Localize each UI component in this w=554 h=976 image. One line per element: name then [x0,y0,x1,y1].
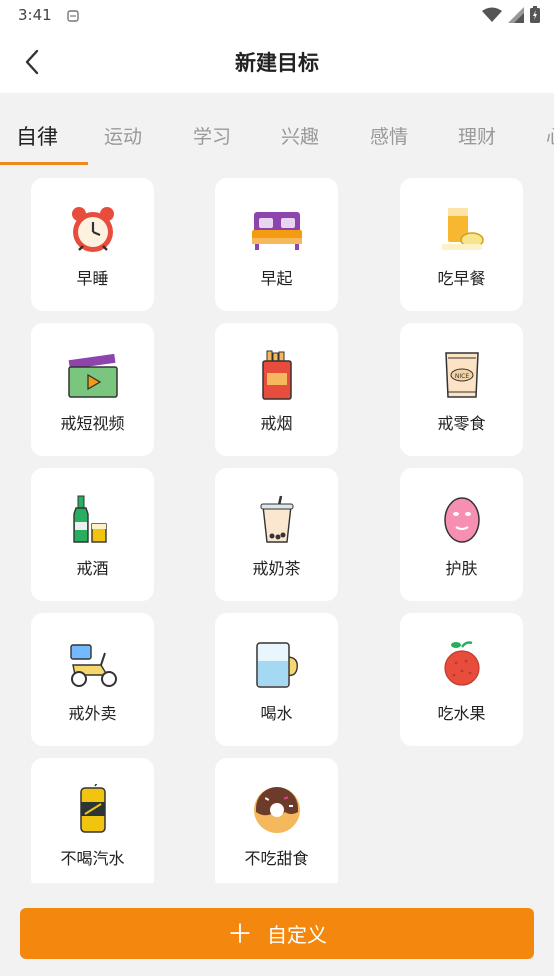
goal-label: 戒外卖 [68,704,117,723]
goal-card-alcohol[interactable]: 戒酒 [31,468,154,601]
tab-study[interactable]: 学习 [193,122,231,149]
delivery-scooter-icon [70,644,117,687]
svg-text:NICE: NICE [455,373,469,380]
tab-self-discipline[interactable]: 自律 [16,121,58,151]
goal-card-eat-fruit[interactable]: 吃水果 [400,613,523,746]
goal-label: 戒烟 [260,414,293,433]
goal-label: 护肤 [445,559,478,578]
wifi-icon [482,7,502,22]
tab-hobby[interactable]: 兴趣 [281,122,319,149]
signal-icon [508,6,524,23]
goal-card-no-soda[interactable]: 不喝汽水 [31,758,154,883]
goal-card-snacks[interactable]: NICE 戒零食 [400,323,523,456]
goal-label: 早睡 [76,269,109,288]
goal-label: 不吃甜食 [244,849,309,868]
bottom-bar: ＋ 自定义 [0,883,554,976]
tab-finance[interactable]: 理财 [458,122,496,149]
breakfast-icon [442,208,484,250]
goal-label: 不喝汽水 [60,849,125,868]
tab-heart[interactable]: 心 [546,122,554,149]
goal-card-sleep-early[interactable]: 早睡 [31,178,154,311]
page-title: 新建目标 [235,51,319,75]
goal-label: 戒酒 [76,559,109,578]
water-cup-icon [256,642,298,688]
status-bar: 3:41 [0,0,554,30]
category-tabs: 自律 运动 学习 兴趣 感情 理财 心 [0,108,554,166]
goal-card-drink-water[interactable]: 喝水 [215,613,338,746]
custom-goal-button[interactable]: ＋ 自定义 [20,908,534,959]
goal-card-no-sweets[interactable]: 不吃甜食 [215,758,338,883]
lychee-icon [444,641,480,686]
cigarette-pack-icon [262,350,292,400]
alarm-clock-icon [72,207,114,252]
goal-card-smoking[interactable]: 戒烟 [215,323,338,456]
snack-bag-icon: NICE [445,352,479,398]
clapperboard-icon [68,353,118,398]
soda-can-icon [80,784,106,833]
face-mask-icon [444,497,480,543]
goal-card-wake-early[interactable]: 早起 [215,178,338,311]
app-header: 新建目标 [0,30,554,93]
bubble-tea-icon [260,495,294,543]
tab-sports[interactable]: 运动 [104,122,142,149]
goal-label: 戒短视频 [60,414,125,433]
status-time: 3:41 [18,6,52,24]
goal-label: 喝水 [260,704,293,723]
donut-icon [254,787,300,833]
goal-card-milk-tea[interactable]: 戒奶茶 [215,468,338,601]
goal-card-takeout[interactable]: 戒外卖 [31,613,154,746]
goal-label: 早起 [260,269,293,288]
goal-grid: 早睡 早起 吃早餐 戒短视频 戒烟 NICE 戒零食 戒酒 戒奶茶 护肤 戒外卖… [0,176,554,883]
battery-icon [530,6,540,23]
goal-label: 吃早餐 [437,269,486,288]
active-tab-indicator [0,162,88,165]
bed-icon [252,212,302,250]
goal-label: 戒奶茶 [252,559,301,578]
goal-label: 戒零食 [437,414,486,433]
custom-goal-label: 自定义 [267,923,327,947]
goal-label: 吃水果 [437,704,486,723]
plus-icon: ＋ [226,919,253,950]
status-indicators [482,6,540,23]
goal-card-short-video[interactable]: 戒短视频 [31,323,154,456]
notification-icon [66,8,80,27]
goal-card-breakfast[interactable]: 吃早餐 [400,178,523,311]
goal-card-skincare[interactable]: 护肤 [400,468,523,601]
tab-emotion[interactable]: 感情 [370,122,408,149]
wine-bottle-icon [73,495,107,543]
